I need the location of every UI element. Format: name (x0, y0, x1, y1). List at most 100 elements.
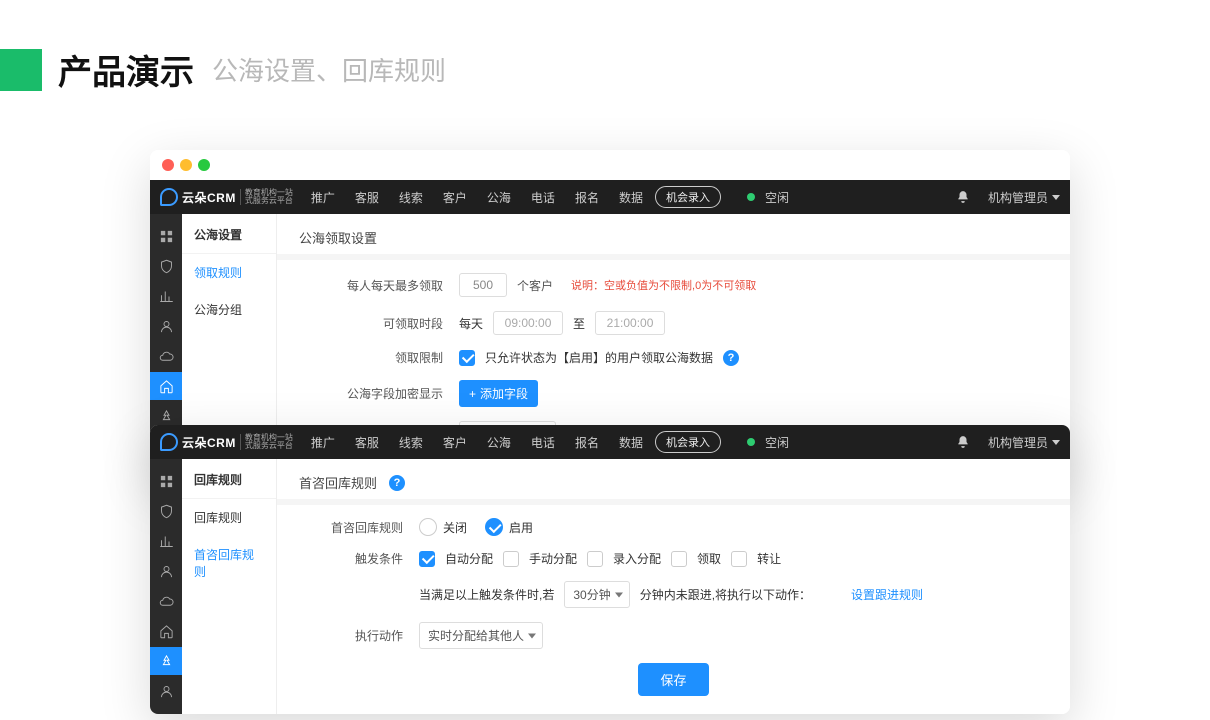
row-time-range: 可领取时段 每天 至 (299, 311, 1048, 335)
rail-recycle-icon[interactable] (150, 647, 182, 675)
rail-cloud-icon[interactable] (150, 587, 182, 615)
row-rule-toggle: 首咨回库规则 关闭 启用 (299, 518, 1048, 536)
rail-user-icon[interactable] (150, 557, 182, 585)
save-button[interactable]: 保存 (638, 663, 708, 696)
chevron-down-icon (1052, 440, 1060, 445)
plus-icon: + (469, 387, 476, 401)
minimize-dot-icon[interactable] (180, 159, 192, 171)
side-panel2: 回库规则 回库规则 首咨回库规则 (182, 459, 277, 714)
nav-publicpool[interactable]: 公海 (479, 434, 519, 451)
chevron-down-icon (1052, 195, 1060, 200)
side-link-return-rules[interactable]: 回库规则 (182, 499, 276, 536)
rail-person-icon[interactable] (150, 677, 182, 705)
top-nav2: 云朵CRM 教育机构一站 式服务云平台 推广 客服 线索 客户 公海 电话 报名… (150, 425, 1070, 459)
logo-icon (160, 433, 178, 451)
cb-transfer[interactable] (731, 551, 747, 567)
select-duration[interactable]: 30分钟 (564, 581, 629, 608)
radio-off-label: 关闭 (443, 519, 467, 536)
nav-data[interactable]: 数据 (611, 434, 651, 451)
window-titlebar (150, 150, 1070, 180)
checkbox-enabled-users-only[interactable] (459, 350, 475, 366)
maximize-dot-icon[interactable] (198, 159, 210, 171)
unit-customers: 个客户 (517, 277, 553, 294)
time-sep: 至 (573, 315, 585, 332)
slide-subtitle: 公海设置、回库规则 (212, 51, 446, 88)
bell-icon[interactable] (956, 190, 970, 204)
slide-title: 产品演示 (58, 45, 194, 94)
side-link-claim-rules[interactable]: 领取规则 (182, 254, 276, 291)
logo-subtitle: 教育机构一站 式服务云平台 (240, 189, 293, 205)
user-menu[interactable]: 机构管理员 (988, 189, 1060, 206)
text-minutes-no-follow: 分钟内未跟进,将执行以下动作： (640, 586, 811, 603)
rail-user-icon[interactable] (150, 312, 182, 340)
opportunity-entry-button[interactable]: 机会录入 (655, 186, 721, 208)
select-action[interactable]: 实时分配给其他人 (419, 622, 543, 649)
bell-icon[interactable] (956, 435, 970, 449)
row-trigger-detail: 当满足以上触发条件时,若 30分钟 分钟内未跟进,将执行以下动作： 设置跟进规则 (299, 581, 1048, 608)
text-when-trigger: 当满足以上触发条件时,若 (419, 586, 554, 603)
user-menu[interactable]: 机构管理员 (988, 434, 1060, 451)
content-title2: 首咨回库规则 ? (299, 473, 1048, 492)
rail-shield-icon[interactable] (150, 497, 182, 525)
nav-customers[interactable]: 客户 (435, 434, 475, 451)
hint-daily-limit: 说明：空或负值为不限制,0为不可领取 (571, 277, 756, 293)
side-title2: 回库规则 (182, 459, 276, 499)
nav-service[interactable]: 客服 (347, 189, 387, 206)
cb-entry-assign[interactable] (587, 551, 603, 567)
input-daily-limit[interactable] (459, 273, 507, 297)
radio-group-rule: 关闭 启用 (419, 518, 545, 536)
status-dot-icon (747, 193, 755, 201)
nav-customers[interactable]: 客户 (435, 189, 475, 206)
help-icon[interactable]: ? (723, 350, 739, 366)
cb-manual-assign-label: 手动分配 (529, 550, 577, 567)
nav-signup[interactable]: 报名 (567, 189, 607, 206)
rail-chart-icon[interactable] (150, 527, 182, 555)
nav-data[interactable]: 数据 (611, 189, 651, 206)
input-time-from[interactable] (493, 311, 563, 335)
nav-promo[interactable]: 推广 (303, 434, 343, 451)
rail-cloud-icon[interactable] (150, 342, 182, 370)
rail-chart-icon[interactable] (150, 282, 182, 310)
side-link-first-consult-return[interactable]: 首咨回库规则 (182, 536, 276, 590)
nav-signup[interactable]: 报名 (567, 434, 607, 451)
nav-leads[interactable]: 线索 (391, 434, 431, 451)
input-time-to[interactable] (595, 311, 665, 335)
cb-claim-label: 领取 (697, 550, 721, 567)
help-icon[interactable]: ? (389, 475, 405, 491)
radio-off[interactable] (419, 518, 437, 536)
cb-transfer-label: 转让 (757, 550, 781, 567)
radio-on-label: 启用 (509, 519, 533, 536)
status-text: 空闲 (765, 434, 789, 451)
cb-manual-assign[interactable] (503, 551, 519, 567)
rail-shield-icon[interactable] (150, 252, 182, 280)
radio-on[interactable] (485, 518, 503, 536)
label-time-range: 可领取时段 (299, 315, 449, 332)
label-claim-restrict: 领取限制 (299, 349, 449, 366)
status-dot-icon (747, 438, 755, 446)
content-title: 公海领取设置 (299, 228, 1048, 247)
row-claim-restrict: 领取限制 只允许状态为【启用】的用户领取公海数据 ? (299, 349, 1048, 366)
nav-service[interactable]: 客服 (347, 434, 387, 451)
add-field-button[interactable]: + 添加字段 (459, 380, 538, 407)
nav-phone[interactable]: 电话 (523, 189, 563, 206)
rail-grid-icon[interactable] (150, 467, 182, 495)
close-dot-icon[interactable] (162, 159, 174, 171)
window-return-rules: 云朵CRM 教育机构一站 式服务云平台 推广 客服 线索 客户 公海 电话 报名… (150, 425, 1070, 714)
link-set-follow-rules[interactable]: 设置跟进规则 (851, 586, 923, 603)
cb-claim[interactable] (671, 551, 687, 567)
opportunity-entry-button[interactable]: 机会录入 (655, 431, 721, 453)
nav-promo[interactable]: 推广 (303, 189, 343, 206)
rail-home-icon[interactable] (150, 617, 182, 645)
nav-phone[interactable]: 电话 (523, 434, 563, 451)
cb-auto-assign[interactable] (419, 551, 435, 567)
rail-home-icon[interactable] (150, 372, 182, 400)
content-area2: 首咨回库规则 ? 首咨回库规则 关闭 启用 触发条件 自动分配 (277, 459, 1070, 714)
nav-publicpool[interactable]: 公海 (479, 189, 519, 206)
top-nav: 云朵CRM 教育机构一站 式服务云平台 推广 客服 线索 客户 公海 电话 报名… (150, 180, 1070, 214)
logo-icon (160, 188, 178, 206)
rail-grid-icon[interactable] (150, 222, 182, 250)
logo-subtitle: 教育机构一站 式服务云平台 (240, 434, 293, 450)
nav-leads[interactable]: 线索 (391, 189, 431, 206)
accent-bar (0, 49, 42, 91)
side-link-pool-groups[interactable]: 公海分组 (182, 291, 276, 328)
